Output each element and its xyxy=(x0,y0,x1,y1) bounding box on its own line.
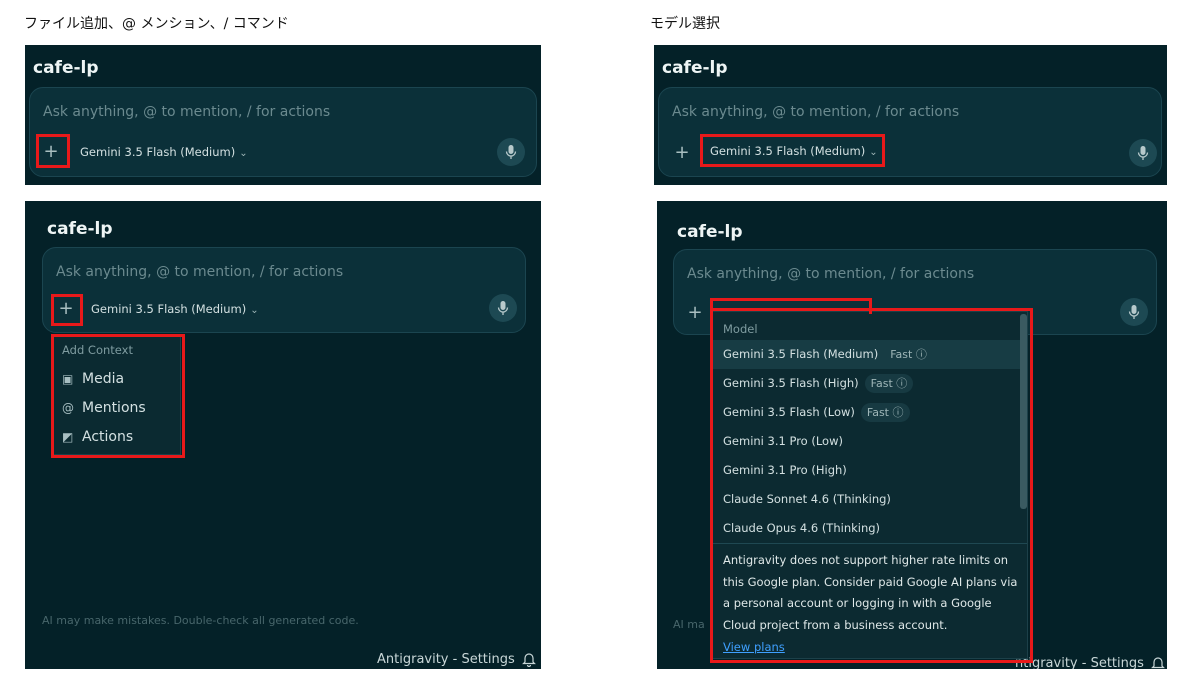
chat-input-placeholder[interactable]: Ask anything, @ to mention, / for action… xyxy=(672,104,959,120)
mic-button[interactable] xyxy=(1120,298,1148,326)
chat-input-box[interactable]: Ask anything, @ to mention, / for action… xyxy=(658,87,1162,177)
model-menu-scrollbar[interactable] xyxy=(1020,314,1027,509)
chat-input-placeholder[interactable]: Ask anything, @ to mention, / for action… xyxy=(687,266,974,282)
panel-model-button: cafe-lp Ask anything, @ to mention, / fo… xyxy=(654,45,1167,185)
chat-input-box[interactable]: Ask anything, @ to mention, / for action… xyxy=(42,247,526,333)
chat-input-box[interactable]: Ask anything, @ to mention, / for action… xyxy=(29,87,537,177)
microphone-icon xyxy=(497,301,509,315)
microphone-icon xyxy=(1137,146,1149,160)
add-context-menu: Add Context ▣ Media @ Mentions ◩ Actions xyxy=(53,335,181,455)
add-context-button[interactable]: + xyxy=(671,142,693,164)
project-title: cafe-lp xyxy=(47,219,113,239)
model-option-gemini-flash-high[interactable]: Gemini 3.5 Flash (High) Fast ⓘ xyxy=(713,369,1020,398)
chevron-down-icon: ⌄ xyxy=(239,148,248,159)
at-icon: @ xyxy=(62,401,74,415)
panel-add-button: cafe-lp Ask anything, @ to mention, / fo… xyxy=(25,45,541,185)
chat-input-placeholder[interactable]: Ask anything, @ to mention, / for action… xyxy=(56,264,343,280)
model-dropdown-menu: Model Gemini 3.5 Flash (Medium) Fast ⓘ Ge… xyxy=(712,311,1028,659)
status-settings-link[interactable]: ntigravity - Settings xyxy=(1015,656,1144,669)
add-context-button[interactable]: + xyxy=(40,141,62,163)
rate-limit-notice: Antigravity does not support higher rate… xyxy=(723,553,1018,632)
badge-fast: Fast ⓘ xyxy=(864,374,914,393)
menu-item-actions[interactable]: ◩ Actions xyxy=(62,429,133,445)
model-option-gemini-flash-medium[interactable]: Gemini 3.5 Flash (Medium) Fast ⓘ xyxy=(713,340,1020,369)
microphone-icon xyxy=(1128,305,1140,319)
badge-fast: Fast ⓘ xyxy=(890,348,927,361)
add-context-button[interactable]: + xyxy=(684,302,706,324)
status-settings-link[interactable]: Antigravity - Settings xyxy=(377,652,515,667)
plus-icon: + xyxy=(674,142,690,163)
info-icon: ⓘ xyxy=(896,377,908,390)
caption-right: モデル選択 xyxy=(650,16,720,32)
project-title: cafe-lp xyxy=(33,58,99,78)
project-title: cafe-lp xyxy=(677,222,743,242)
model-option-gemini-flash-low[interactable]: Gemini 3.5 Flash (Low) Fast ⓘ xyxy=(713,398,1020,427)
model-option-claude-sonnet[interactable]: Claude Sonnet 4.6 (Thinking) xyxy=(713,485,1020,514)
add-context-header: Add Context xyxy=(62,343,133,357)
model-option-gemini-pro-high[interactable]: Gemini 3.1 Pro (High) xyxy=(713,456,1020,485)
chevron-down-icon: ⌄ xyxy=(869,147,878,158)
model-menu-header: Model xyxy=(723,322,758,336)
plus-icon: + xyxy=(687,302,703,323)
model-selector[interactable]: Gemini 3.5 Flash (Medium) ⌄ xyxy=(80,145,248,159)
model-menu-divider xyxy=(713,543,1027,544)
ai-disclaimer-clipped: AI ma xyxy=(673,618,705,631)
slash-box-icon: ◩ xyxy=(62,430,74,444)
bell-icon[interactable] xyxy=(1151,655,1165,669)
menu-item-media[interactable]: ▣ Media xyxy=(62,371,124,387)
plus-icon: + xyxy=(43,141,59,162)
menu-item-mentions[interactable]: @ Mentions xyxy=(62,400,146,416)
chat-input-placeholder[interactable]: Ask anything, @ to mention, / for action… xyxy=(43,104,330,120)
model-selector[interactable]: Gemini 3.5 Flash (Medium) ⌄ xyxy=(710,144,878,158)
info-icon: ⓘ xyxy=(915,348,927,361)
ai-disclaimer: AI may make mistakes. Double-check all g… xyxy=(42,614,359,627)
info-icon: ⓘ xyxy=(892,406,904,419)
panel-model-menu: cafe-lp Ask anything, @ to mention, / fo… xyxy=(657,201,1167,669)
project-title: cafe-lp xyxy=(662,58,728,78)
microphone-icon xyxy=(505,145,517,159)
add-context-button[interactable]: + xyxy=(55,298,77,320)
model-selector[interactable]: Gemini 3.5 Flash (Medium) ⌄ xyxy=(91,302,259,316)
panel-add-context-menu: cafe-lp Ask anything, @ to mention, / fo… xyxy=(25,201,541,669)
view-plans-link[interactable]: View plans xyxy=(723,640,785,654)
model-option-gemini-pro-low[interactable]: Gemini 3.1 Pro (Low) xyxy=(713,427,1020,456)
mic-button[interactable] xyxy=(497,138,525,166)
badge-fast: Fast ⓘ xyxy=(860,403,910,422)
plus-icon: + xyxy=(58,298,74,319)
chevron-down-icon: ⌄ xyxy=(250,305,259,316)
image-icon: ▣ xyxy=(62,372,74,386)
model-option-claude-opus[interactable]: Claude Opus 4.6 (Thinking) xyxy=(713,514,1020,543)
caption-left: ファイル追加、@ メンション、/ コマンド xyxy=(24,16,289,32)
bell-icon[interactable] xyxy=(522,651,536,667)
mic-button[interactable] xyxy=(489,294,517,322)
mic-button[interactable] xyxy=(1129,139,1157,167)
